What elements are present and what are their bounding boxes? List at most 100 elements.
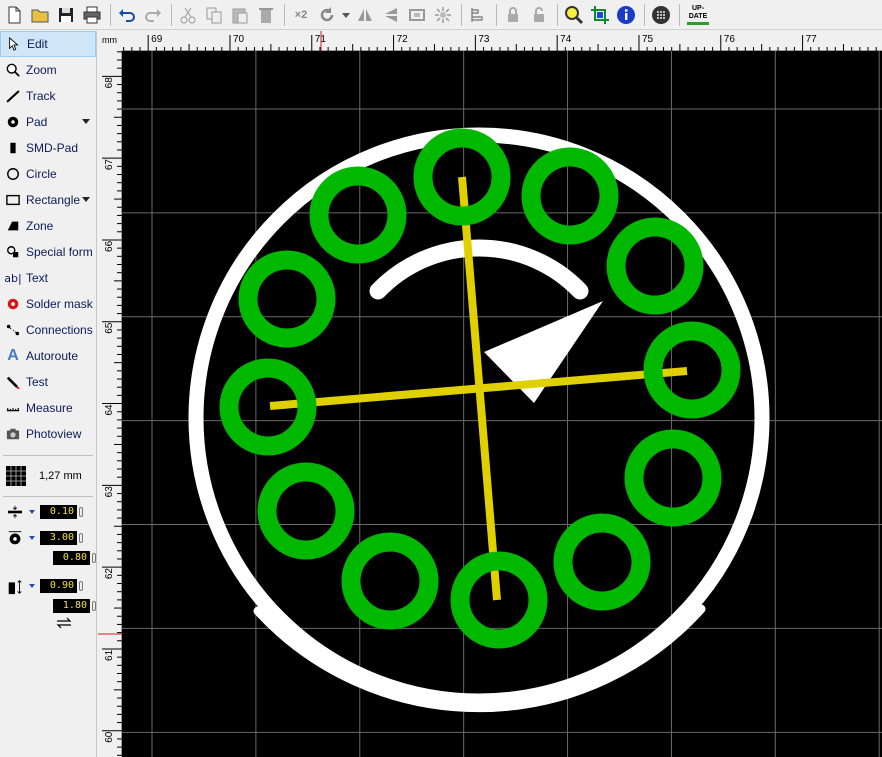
tool-edit[interactable]: Edit <box>0 31 96 57</box>
pad[interactable] <box>257 462 355 560</box>
copy-icon[interactable] <box>202 3 226 27</box>
unlock-icon[interactable] <box>527 3 551 27</box>
pad-size-icon <box>4 528 26 548</box>
tool-label: Zoom <box>26 63 57 77</box>
update-button[interactable]: UP- DATE <box>684 3 712 27</box>
info-icon[interactable] <box>614 3 638 27</box>
align-icon[interactable] <box>466 3 490 27</box>
tool-track[interactable]: Track <box>0 83 96 109</box>
tool-connections[interactable]: Connections <box>0 317 96 343</box>
chevron-down-icon[interactable] <box>82 197 90 202</box>
rotate-icon[interactable] <box>315 3 339 27</box>
print-icon[interactable] <box>80 3 104 27</box>
swap-icon[interactable] <box>54 617 74 629</box>
tool-zoom[interactable]: Zoom <box>0 57 96 83</box>
tool-label: Pad <box>26 115 48 129</box>
ruler-label-x: 73 <box>478 34 490 45</box>
pad-outer-field[interactable]: 3.00 <box>40 531 77 545</box>
mirror-horizontal-icon[interactable] <box>353 3 377 27</box>
duplicate-icon[interactable]: ×2 <box>289 3 313 27</box>
tool-zone[interactable]: Zone <box>0 213 96 239</box>
smd-width-field[interactable]: 0.90 <box>40 579 77 593</box>
pcb-canvas[interactable] <box>122 51 882 757</box>
tool-test[interactable]: Test <box>0 369 96 395</box>
pad[interactable] <box>309 166 407 264</box>
pad[interactable] <box>606 217 704 315</box>
tool-text[interactable]: ab| Text <box>0 265 96 291</box>
tool-pad[interactable]: Pad <box>0 109 96 135</box>
pad[interactable] <box>341 532 439 630</box>
dots-icon[interactable] <box>649 3 673 27</box>
smd-width-spinner[interactable] <box>79 581 83 591</box>
horizontal-ruler-ticks: 69 70 71 72 73 74 75 76 77 <box>123 31 877 51</box>
smd-size-dropdown[interactable] <box>29 584 35 588</box>
cut-icon[interactable] <box>176 3 200 27</box>
toolbar-separator <box>679 3 680 26</box>
grid-setting[interactable]: 1,27 mm <box>0 461 96 491</box>
tool-label: Track <box>26 89 56 103</box>
trash-icon[interactable] <box>254 3 278 27</box>
track-width-field[interactable]: 0.10 <box>40 505 77 519</box>
tool-solder-mask[interactable]: Solder mask <box>0 291 96 317</box>
track-width-icon <box>4 502 26 522</box>
tool-sidebar: Edit Zoom Track Pad SMD-Pad Circle Recta… <box>0 31 97 757</box>
tool-label: Circle <box>26 167 57 181</box>
smd-height-spinner[interactable] <box>92 601 96 611</box>
pad-inner-field[interactable]: 0.80 <box>53 551 90 565</box>
pad[interactable] <box>624 429 722 527</box>
tool-label: Zone <box>26 219 54 233</box>
track-icon <box>4 87 22 105</box>
lock-icon[interactable] <box>501 3 525 27</box>
text-icon: ab| <box>4 271 22 285</box>
track-width-dropdown[interactable] <box>29 510 35 514</box>
measure-icon <box>4 399 22 417</box>
pad-icon <box>4 113 22 131</box>
magnifier-icon[interactable] <box>562 3 586 27</box>
paste-icon[interactable] <box>228 3 252 27</box>
mirror-vertical-icon[interactable] <box>379 3 403 27</box>
chevron-down-icon[interactable] <box>82 119 90 124</box>
tool-smd-pad[interactable]: SMD-Pad <box>0 135 96 161</box>
tool-autoroute[interactable]: A Autoroute <box>0 343 96 369</box>
vertical-ruler: 68 67 66 65 64 63 62 61 60 <box>98 51 122 757</box>
ruler-label-y: 68 <box>104 77 115 89</box>
pad-inner-spinner[interactable] <box>92 553 96 563</box>
redo-icon[interactable] <box>141 3 165 27</box>
duplicate-label: ×2 <box>294 8 308 21</box>
tool-label: Edit <box>27 37 48 51</box>
pad-outer-spinner[interactable] <box>79 533 83 543</box>
tool-photoview[interactable]: Photoview <box>0 421 96 447</box>
toolbar: ×2 UP- DATE <box>0 0 882 30</box>
new-file-icon[interactable] <box>2 3 26 27</box>
sidebar-separator <box>3 496 93 497</box>
open-folder-icon[interactable] <box>28 3 52 27</box>
connections-icon <box>4 321 22 339</box>
pad[interactable] <box>238 250 336 348</box>
toolbar-separator <box>171 3 172 26</box>
ungroup-icon[interactable] <box>431 3 455 27</box>
update-label-1: UP- <box>691 4 705 12</box>
tool-rectangle[interactable]: Rectangle <box>0 187 96 213</box>
tool-label: Autoroute <box>26 349 79 363</box>
tool-measure[interactable]: Measure <box>0 395 96 421</box>
toolbar-separator <box>110 3 111 26</box>
tool-circle[interactable]: Circle <box>0 161 96 187</box>
toolbar-separator <box>557 3 558 26</box>
pad-size-dropdown[interactable] <box>29 536 35 540</box>
undo-icon[interactable] <box>115 3 139 27</box>
pad[interactable] <box>450 551 548 649</box>
toolbar-separator <box>284 3 285 26</box>
pad[interactable] <box>521 147 619 245</box>
save-icon[interactable] <box>54 3 78 27</box>
track-width-spinner[interactable] <box>79 507 83 517</box>
crop-icon[interactable] <box>588 3 612 27</box>
update-label-2: DATE <box>688 12 708 20</box>
board-drawing[interactable] <box>122 51 882 757</box>
pad[interactable] <box>553 513 651 611</box>
group-icon[interactable] <box>405 3 429 27</box>
ruler-label-x: 74 <box>560 34 572 45</box>
smd-height-field[interactable]: 1.80 <box>53 599 90 613</box>
silk-top-arc[interactable] <box>369 239 589 300</box>
tool-special-form[interactable]: Special form <box>0 239 96 265</box>
rotate-dropdown-icon[interactable] <box>341 3 351 27</box>
